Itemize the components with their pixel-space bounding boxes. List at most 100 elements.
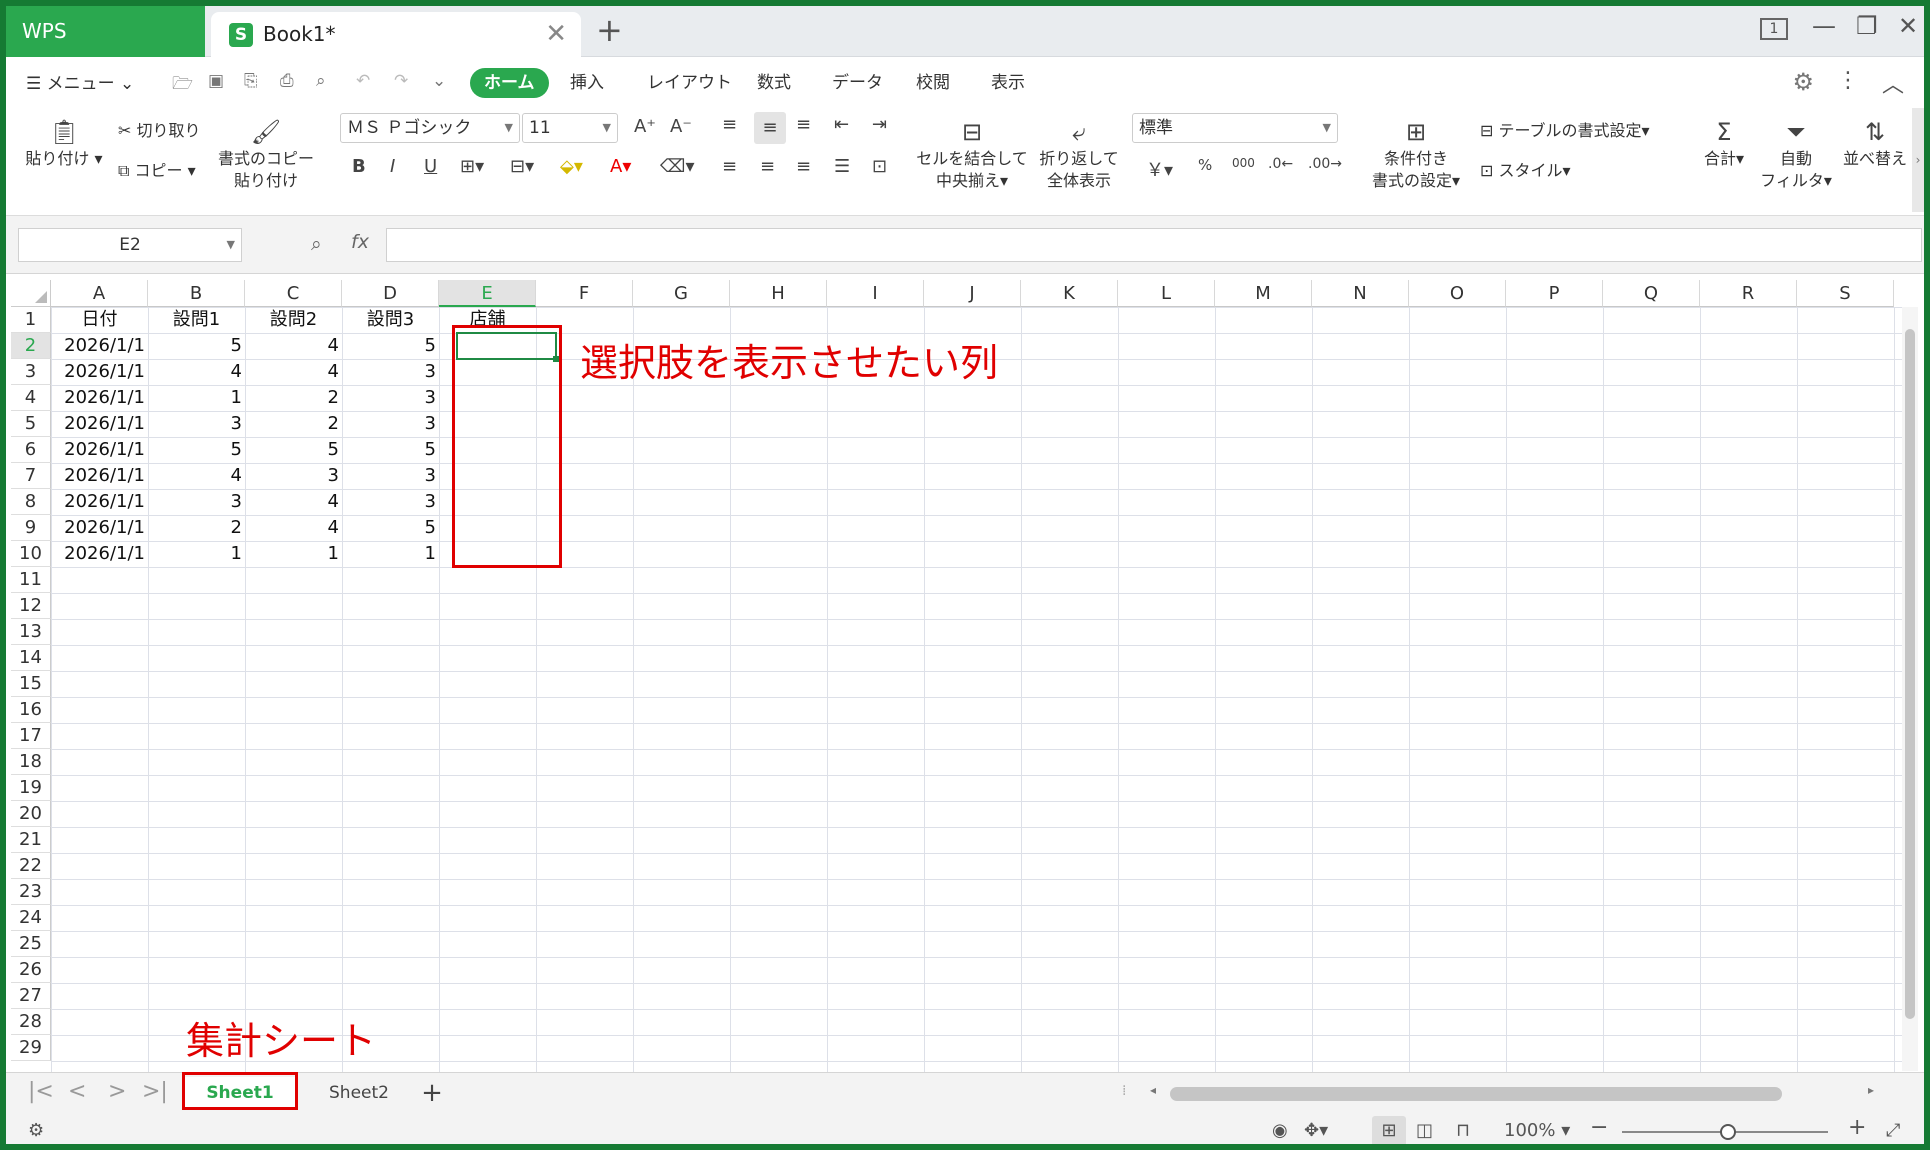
row-header-29[interactable]: 29 xyxy=(11,1035,51,1061)
fill-color-icon[interactable]: ⬙▾ xyxy=(560,156,583,177)
tab-home[interactable]: ホーム xyxy=(470,68,549,98)
data-cell-a8[interactable]: 2026/1/1 xyxy=(51,489,148,515)
column-header-c[interactable]: C xyxy=(245,280,342,307)
row-header-17[interactable]: 17 xyxy=(11,723,51,749)
customize-icon[interactable]: ⌄ xyxy=(432,71,446,91)
scroll-split-handle[interactable]: ⁞ xyxy=(1122,1083,1126,1099)
row-header-23[interactable]: 23 xyxy=(11,879,51,905)
data-cell-c3[interactable]: 4 xyxy=(245,359,342,385)
tab-sheet2[interactable]: Sheet2 xyxy=(306,1077,412,1109)
column-header-g[interactable]: G xyxy=(633,280,730,307)
font-color-icon[interactable]: A▾ xyxy=(610,156,631,177)
align-middle-icon[interactable]: ≡ xyxy=(754,112,786,144)
data-cell-b8[interactable]: 3 xyxy=(148,489,245,515)
distribute-icon[interactable]: ⊡ xyxy=(872,156,887,177)
app-tab[interactable]: WPS Spreadsheets xyxy=(6,6,205,94)
row-header-28[interactable]: 28 xyxy=(11,1009,51,1035)
column-header-n[interactable]: N xyxy=(1312,280,1409,307)
row-header-15[interactable]: 15 xyxy=(11,671,51,697)
zoom-out-icon[interactable]: − xyxy=(1590,1115,1608,1140)
fullscreen-icon[interactable]: ⤢ xyxy=(1886,1120,1900,1141)
auto-filter-button[interactable]: ⏷ 自動 フィルタ▾ xyxy=(1756,116,1836,192)
row-header-3[interactable]: 3 xyxy=(11,359,51,385)
merge-center-button[interactable]: ⊟ セルを結合して 中央揃え▾ xyxy=(912,116,1032,192)
new-tab-button[interactable]: + xyxy=(596,11,623,49)
restore-icon[interactable]: ❐ xyxy=(1856,12,1878,40)
data-cell-c2[interactable]: 4 xyxy=(245,333,342,359)
header-cell-c[interactable]: 設問2 xyxy=(245,307,342,333)
undo-icon[interactable]: ↶ xyxy=(356,71,370,91)
style-button[interactable]: ⊡ スタイル▾ xyxy=(1480,160,1571,182)
focus-mode-icon[interactable]: ✥▾ xyxy=(1304,1120,1328,1141)
comma-button[interactable]: 000 xyxy=(1232,156,1255,170)
tab-view[interactable]: 表示 xyxy=(991,68,1025,98)
row-header-18[interactable]: 18 xyxy=(11,749,51,775)
increase-font-icon[interactable]: A⁺ xyxy=(634,116,656,137)
page-view-icon[interactable]: 1 xyxy=(1760,18,1788,40)
column-header-o[interactable]: O xyxy=(1409,280,1506,307)
data-cell-a9[interactable]: 2026/1/1 xyxy=(51,515,148,541)
data-cell-d5[interactable]: 3 xyxy=(342,411,439,437)
data-cell-b7[interactable]: 4 xyxy=(148,463,245,489)
data-cell-d9[interactable]: 5 xyxy=(342,515,439,541)
close-window-icon[interactable]: ✕ xyxy=(1898,12,1918,40)
ribbon-scroll-right-icon[interactable]: › xyxy=(1912,108,1924,212)
row-header-22[interactable]: 22 xyxy=(11,853,51,879)
data-cell-c4[interactable]: 2 xyxy=(245,385,342,411)
formula-input[interactable] xyxy=(386,228,1922,262)
data-cell-a10[interactable]: 2026/1/1 xyxy=(51,541,148,567)
data-cell-b3[interactable]: 4 xyxy=(148,359,245,385)
row-header-1[interactable]: 1 xyxy=(11,307,51,333)
row-header-20[interactable]: 20 xyxy=(11,801,51,827)
redo-icon[interactable]: ↷ xyxy=(394,71,408,91)
data-cell-d6[interactable]: 5 xyxy=(342,437,439,463)
column-header-l[interactable]: L xyxy=(1118,280,1215,307)
tab-insert[interactable]: 挿入 xyxy=(570,68,604,98)
gear-icon[interactable]: ⚙ xyxy=(1792,68,1814,96)
align-left-icon[interactable]: ≡ xyxy=(722,156,737,177)
data-cell-c7[interactable]: 3 xyxy=(245,463,342,489)
row-header-26[interactable]: 26 xyxy=(11,957,51,983)
data-cell-b10[interactable]: 1 xyxy=(148,541,245,567)
row-header-27[interactable]: 27 xyxy=(11,983,51,1009)
format-icon[interactable]: ⎘ xyxy=(244,71,258,91)
row-header-14[interactable]: 14 xyxy=(11,645,51,671)
outdent-icon[interactable]: ⇤ xyxy=(834,114,849,135)
decrease-decimal-icon[interactable]: .00→ xyxy=(1308,156,1342,172)
print-icon[interactable]: ⎙ xyxy=(280,71,294,91)
row-header-6[interactable]: 6 xyxy=(11,437,51,463)
row-header-16[interactable]: 16 xyxy=(11,697,51,723)
data-cell-c5[interactable]: 2 xyxy=(245,411,342,437)
justify-icon[interactable]: ☰ xyxy=(834,156,850,177)
function-icon[interactable]: fx xyxy=(351,231,369,253)
italic-icon[interactable]: I xyxy=(390,156,395,177)
data-cell-d8[interactable]: 3 xyxy=(342,489,439,515)
name-box[interactable]: E2 ▼ xyxy=(18,228,242,262)
minimize-icon[interactable]: — xyxy=(1812,12,1836,40)
conditional-format-button[interactable]: ⊞ 条件付き 書式の設定▾ xyxy=(1356,116,1476,192)
prev-sheet-icon[interactable]: < xyxy=(68,1079,86,1104)
copy-button[interactable]: ⧉ コピー ▾ xyxy=(118,160,196,182)
font-name-select[interactable]: ＭＳ Ｐゴシック ▼ xyxy=(340,113,520,143)
column-header-r[interactable]: R xyxy=(1700,280,1797,307)
row-header-2[interactable]: 2 xyxy=(11,333,51,359)
tab-review[interactable]: 校閲 xyxy=(916,68,950,98)
row-header-21[interactable]: 21 xyxy=(11,827,51,853)
align-right-icon[interactable]: ≡ xyxy=(796,156,811,177)
sum-button[interactable]: Σ 合計▾ xyxy=(1694,116,1754,170)
data-cell-d10[interactable]: 1 xyxy=(342,541,439,567)
header-cell-b[interactable]: 設問1 xyxy=(148,307,245,333)
horizontal-scroll-thumb[interactable] xyxy=(1170,1087,1782,1101)
scroll-right-icon[interactable]: ▸ xyxy=(1868,1083,1874,1097)
tab-formulas[interactable]: 数式 xyxy=(757,68,791,98)
more-icon[interactable]: ⋮ xyxy=(1837,68,1859,93)
vertical-scroll-thumb[interactable] xyxy=(1905,329,1915,1019)
sort-button[interactable]: ⇅ 並べ替え xyxy=(1838,116,1912,170)
search-icon[interactable]: ⌕ xyxy=(311,233,322,255)
column-header-m[interactable]: M xyxy=(1215,280,1312,307)
column-header-q[interactable]: Q xyxy=(1603,280,1700,307)
zoom-slider-knob[interactable] xyxy=(1720,1124,1736,1140)
underline-icon[interactable]: U xyxy=(424,156,437,177)
zoom-level[interactable]: 100% ▾ xyxy=(1504,1120,1570,1141)
column-header-h[interactable]: H xyxy=(730,280,827,307)
